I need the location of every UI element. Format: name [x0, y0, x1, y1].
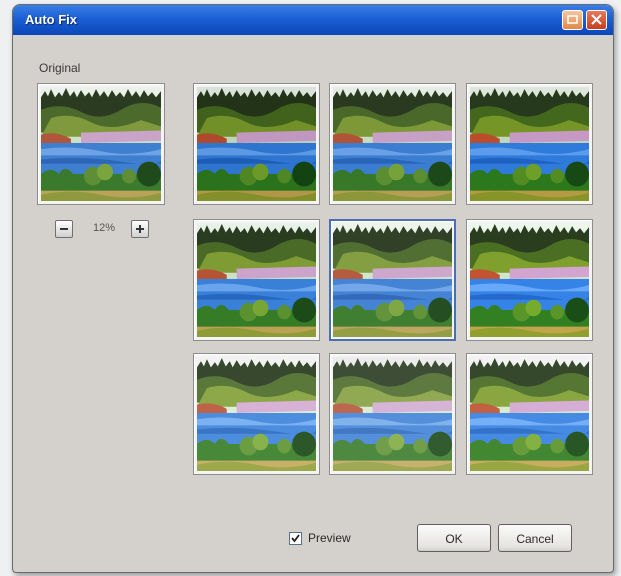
cancel-button[interactable]: Cancel: [498, 524, 572, 552]
zoom-out-button[interactable]: [55, 220, 73, 238]
variation-image: [333, 223, 452, 337]
zoom-in-button[interactable]: [131, 220, 149, 238]
ok-button[interactable]: OK: [417, 524, 491, 552]
help-button[interactable]: [562, 10, 583, 30]
variation-image: [197, 87, 316, 201]
original-image: [41, 87, 161, 201]
title-bar[interactable]: Auto Fix: [13, 5, 613, 35]
preview-checkbox[interactable]: [289, 532, 302, 545]
variation-image: [197, 223, 316, 337]
plus-icon: [136, 225, 144, 233]
variation-thumbnail[interactable]: [193, 353, 320, 475]
close-button[interactable]: [586, 10, 607, 30]
variation-thumbnail[interactable]: [193, 83, 320, 205]
variation-thumbnail[interactable]: [466, 219, 593, 341]
variation-thumbnail[interactable]: [193, 219, 320, 341]
variation-image: [333, 87, 452, 201]
auto-fix-dialog: Auto Fix Original 12% Preview OK Cancel: [12, 4, 614, 573]
variation-image: [470, 223, 589, 337]
check-icon: [291, 534, 300, 543]
variation-image: [470, 87, 589, 201]
variation-thumbnail[interactable]: [329, 83, 456, 205]
variation-image: [470, 357, 589, 471]
help-icon: [567, 15, 578, 24]
preview-label[interactable]: Preview: [308, 531, 351, 545]
variation-thumbnail[interactable]: [329, 353, 456, 475]
variation-thumbnail[interactable]: [466, 353, 593, 475]
original-label: Original: [39, 61, 81, 75]
original-thumbnail: [37, 83, 165, 205]
dialog-title: Auto Fix: [25, 12, 77, 27]
variation-thumbnail[interactable]: [466, 83, 593, 205]
variation-image: [333, 357, 452, 471]
minus-icon: [60, 228, 68, 230]
variation-thumbnail[interactable]: [329, 219, 456, 341]
variation-image: [197, 357, 316, 471]
close-icon: [591, 14, 602, 25]
zoom-level: 12%: [92, 222, 116, 234]
